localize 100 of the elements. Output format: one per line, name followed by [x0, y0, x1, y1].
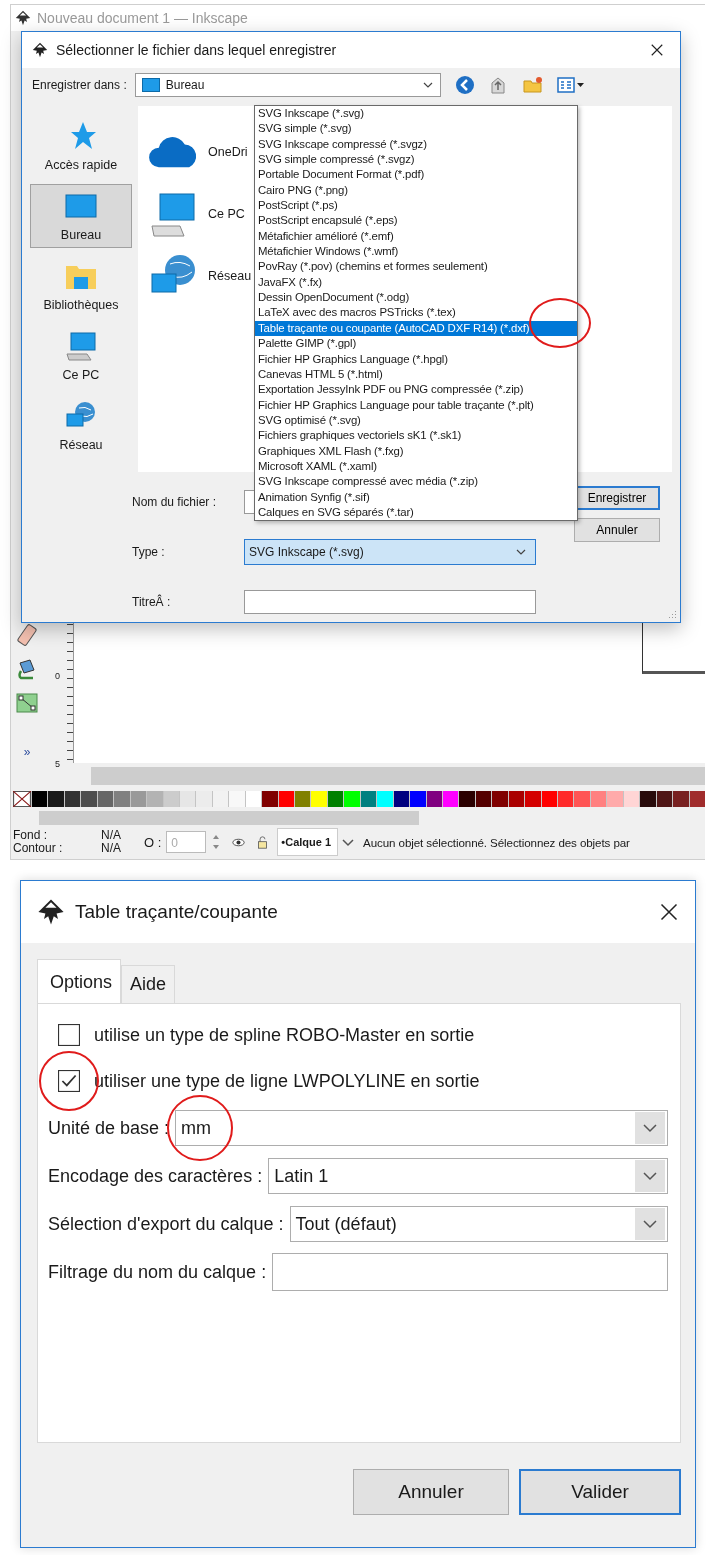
- file-type-option[interactable]: SVG optimisé (*.svg): [255, 412, 577, 429]
- file-type-option[interactable]: Métafichier amélioré (*.emf): [255, 228, 577, 245]
- resize-grip-icon[interactable]: [667, 609, 677, 619]
- color-swatch[interactable]: [327, 791, 344, 807]
- horizontal-scrollbar[interactable]: [39, 811, 419, 825]
- color-swatch[interactable]: [179, 791, 196, 807]
- color-swatch[interactable]: [229, 791, 245, 807]
- file-type-option[interactable]: Cairo PNG (*.png): [255, 182, 577, 199]
- file-type-option[interactable]: Table traçante ou coupante (AutoCAD DXF R14) (*.dxf): [255, 320, 577, 337]
- file-type-option[interactable]: SVG Inkscape compressé (*.svgz): [255, 136, 577, 153]
- color-swatch[interactable]: [640, 791, 656, 807]
- dialog-button[interactable]: Annuler: [353, 1469, 509, 1515]
- file-type-option[interactable]: SVG simple compressé (*.svgz): [255, 152, 577, 168]
- color-swatch[interactable]: [673, 791, 689, 807]
- close-icon[interactable]: [650, 43, 664, 57]
- file-type-option[interactable]: Métafichier Windows (*.wmf): [255, 244, 577, 260]
- dropdown-field[interactable]: mm: [175, 1110, 668, 1146]
- color-swatch[interactable]: [278, 791, 294, 807]
- color-swatch[interactable]: [393, 791, 410, 807]
- color-swatch[interactable]: [525, 791, 541, 807]
- file-type-option[interactable]: PostScript (*.ps): [255, 198, 577, 214]
- file-item[interactable]: OneDri: [148, 126, 248, 178]
- color-swatch[interactable]: [607, 791, 623, 807]
- file-type-option[interactable]: PostScript encapsulé (*.eps): [255, 213, 577, 229]
- back-icon[interactable]: [454, 75, 475, 95]
- file-type-option[interactable]: SVG simple (*.svg): [255, 121, 577, 137]
- place-item[interactable]: Réseau: [30, 394, 132, 458]
- new-folder-icon[interactable]: [522, 75, 543, 95]
- color-swatch[interactable]: [196, 791, 212, 807]
- place-item[interactable]: Bureau: [30, 184, 132, 248]
- color-swatch[interactable]: [32, 791, 48, 807]
- color-swatch[interactable]: [459, 791, 475, 807]
- color-swatch[interactable]: [508, 791, 525, 807]
- lock-icon[interactable]: [256, 835, 270, 849]
- file-type-option[interactable]: SVG Inkscape compressé avec média (*.zip): [255, 474, 577, 490]
- file-type-option[interactable]: Animation Synfig (*.sif): [255, 489, 577, 505]
- color-swatch[interactable]: [295, 791, 311, 807]
- color-swatch[interactable]: [262, 791, 278, 807]
- color-swatch[interactable]: [97, 791, 114, 807]
- toolbox-more-button[interactable]: »: [23, 745, 31, 759]
- color-swatch[interactable]: [623, 791, 640, 807]
- color-swatch[interactable]: [541, 791, 557, 807]
- tab[interactable]: Options: [37, 959, 122, 1003]
- color-swatch[interactable]: [147, 791, 163, 807]
- color-swatch[interactable]: [574, 791, 590, 807]
- text-field[interactable]: [272, 1253, 668, 1291]
- color-swatch[interactable]: [114, 791, 130, 807]
- file-type-option[interactable]: Fichier HP Graphics Language pour table traçante (*.plt): [255, 397, 577, 413]
- title-field[interactable]: [244, 590, 536, 615]
- location-dropdown[interactable]: Bureau: [134, 73, 441, 97]
- color-swatch[interactable]: [344, 791, 360, 807]
- no-color-swatch[interactable]: [13, 791, 31, 807]
- color-swatch[interactable]: [590, 791, 607, 807]
- dropdown-field[interactable]: Tout (défaut): [289, 1206, 668, 1242]
- checkbox[interactable]: [58, 1024, 80, 1046]
- file-type-option[interactable]: Microsoft XAML (*.xaml): [255, 458, 577, 475]
- color-swatch[interactable]: [360, 791, 377, 807]
- file-item[interactable]: Réseau: [148, 250, 252, 302]
- file-type-option[interactable]: Palette GIMP (*.gpl): [255, 336, 577, 352]
- file-type-option[interactable]: Graphiques XML Flash (*.fxg): [255, 443, 577, 459]
- color-swatch[interactable]: [426, 791, 442, 807]
- color-swatch[interactable]: [558, 791, 574, 807]
- file-type-option[interactable]: LaTeX avec des macros PSTricks (*.tex): [255, 305, 577, 321]
- file-type-option[interactable]: JavaFX (*.fx): [255, 274, 577, 291]
- layer-dropdown[interactable]: •Calque 1: [277, 828, 339, 856]
- file-type-option[interactable]: Fichiers graphiques vectoriels sK1 (*.sk1): [255, 428, 577, 444]
- file-item[interactable]: Ce PC: [148, 188, 245, 240]
- file-type-option[interactable]: SVG Inkscape (*.svg): [255, 106, 577, 122]
- color-swatch[interactable]: [442, 791, 459, 807]
- color-swatch[interactable]: [377, 791, 393, 807]
- gradient-tool-icon[interactable]: [15, 691, 39, 715]
- color-swatch[interactable]: [311, 791, 327, 807]
- dialog-button[interactable]: Annuler: [574, 518, 660, 542]
- dialog-button[interactable]: Valider: [519, 1469, 681, 1515]
- place-item[interactable]: Ce PC: [30, 324, 132, 388]
- color-swatch[interactable]: [689, 791, 705, 807]
- file-type-option[interactable]: PovRay (*.pov) (chemins et formes seulement): [255, 259, 577, 275]
- color-swatch[interactable]: [492, 791, 508, 807]
- color-swatch[interactable]: [64, 791, 81, 807]
- close-icon[interactable]: [659, 902, 679, 922]
- place-item[interactable]: Accès rapide: [30, 114, 132, 178]
- file-type-option[interactable]: Fichier HP Graphics Language (*.hpgl): [255, 351, 577, 367]
- file-type-option[interactable]: Exportation JessyInk PDF ou PNG compressée (*.zip): [255, 382, 577, 398]
- color-swatch[interactable]: [475, 791, 492, 807]
- color-swatch[interactable]: [48, 791, 64, 807]
- type-dropdown[interactable]: SVG Inkscape (*.svg): [244, 539, 536, 565]
- view-menu-icon[interactable]: [556, 75, 585, 95]
- tab[interactable]: Aide: [121, 965, 176, 1003]
- color-swatch[interactable]: [245, 791, 262, 807]
- color-swatch[interactable]: [81, 791, 97, 807]
- checkbox[interactable]: [58, 1070, 80, 1092]
- color-swatch[interactable]: [410, 791, 426, 807]
- color-swatch[interactable]: [656, 791, 673, 807]
- dropdown-field[interactable]: Latin 1: [268, 1158, 668, 1194]
- file-type-option[interactable]: Calques en SVG séparés (*.tar): [255, 504, 577, 521]
- color-swatch[interactable]: [163, 791, 179, 807]
- file-type-option[interactable]: Canevas HTML 5 (*.html): [255, 366, 577, 383]
- color-swatch[interactable]: [130, 791, 147, 807]
- place-item[interactable]: Bibliothèques: [30, 254, 132, 318]
- file-type-option[interactable]: Portable Document Format (*.pdf): [255, 167, 577, 183]
